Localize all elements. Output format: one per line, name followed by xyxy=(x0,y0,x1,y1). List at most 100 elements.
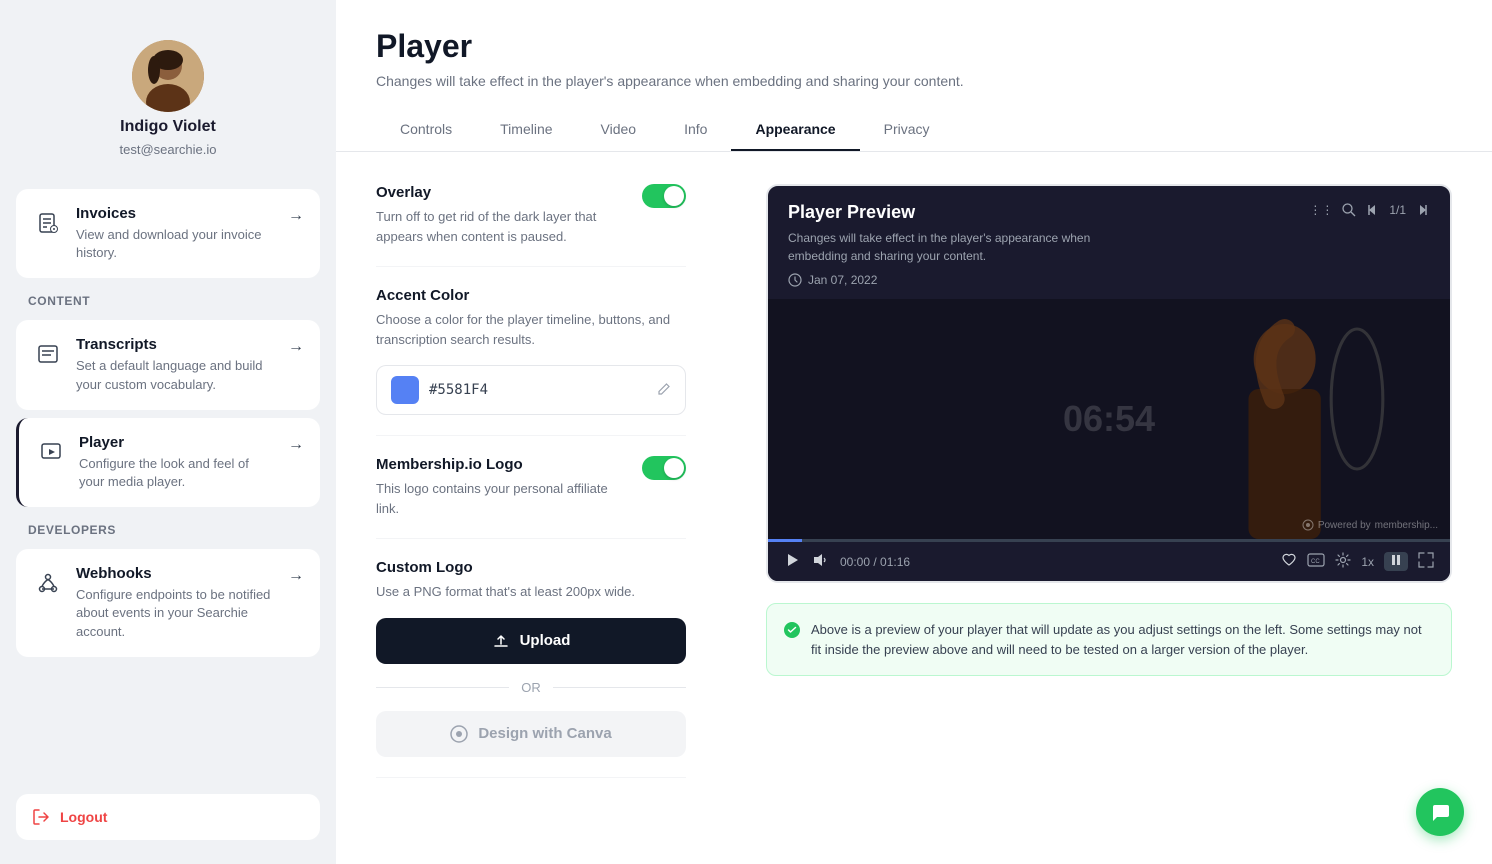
player-timer-display: 06:54 xyxy=(1063,398,1155,440)
logout-label: Logout xyxy=(60,809,107,825)
accent-color-title: Accent Color xyxy=(376,287,686,304)
powered-by: Powered by membership... xyxy=(1302,519,1438,531)
invoices-title: Invoices xyxy=(76,205,276,222)
pause-button[interactable] xyxy=(1384,552,1408,571)
chat-icon xyxy=(1429,801,1451,823)
transcripts-desc: Set a default language and build your cu… xyxy=(76,357,276,393)
fullscreen-button[interactable] xyxy=(1418,552,1434,571)
skip-back-icon[interactable] xyxy=(1365,202,1381,218)
settings-button[interactable] xyxy=(1335,552,1351,571)
upload-button[interactable]: Upload xyxy=(376,618,686,664)
player-video-area: 06:54 Powered by membership... xyxy=(768,299,1450,539)
chat-fab-button[interactable] xyxy=(1416,788,1464,836)
accent-color-setting: Accent Color Choose a color for the play… xyxy=(376,267,686,436)
overlay-toggle-thumb xyxy=(664,186,684,206)
sidebar-item-invoices[interactable]: Invoices View and download your invoice … xyxy=(16,189,320,278)
tab-video[interactable]: Video xyxy=(577,109,661,151)
tabs-nav: Controls Timeline Video Info Appearance … xyxy=(376,109,1452,151)
overlay-setting: Overlay Turn off to get rid of the dark … xyxy=(376,184,686,267)
heart-button[interactable] xyxy=(1281,552,1297,571)
invoices-desc: View and download your invoice history. xyxy=(76,226,276,262)
logout-icon xyxy=(32,808,50,826)
upload-icon xyxy=(492,632,510,650)
sidebar-item-player[interactable]: Player Configure the look and feel of yo… xyxy=(16,418,320,507)
accent-color-input[interactable]: #5581F4 xyxy=(376,365,686,415)
upload-label: Upload xyxy=(520,632,571,649)
player-desc: Configure the look and feel of your medi… xyxy=(79,455,276,491)
player-time-display: 00:00 / 01:16 xyxy=(840,555,1269,569)
transcripts-arrow: → xyxy=(288,338,304,356)
search-icon[interactable] xyxy=(1341,202,1357,218)
webhooks-arrow: → xyxy=(288,567,304,585)
avatar-image xyxy=(132,40,204,112)
player-preview-header: Player Preview Changes will take effect … xyxy=(768,186,1450,299)
membership-logo-toggle[interactable] xyxy=(642,456,686,480)
avatar xyxy=(132,40,204,112)
sidebar-item-transcripts[interactable]: Transcripts Set a default language and b… xyxy=(16,320,320,409)
player-preview-title: Player Preview xyxy=(788,202,1128,223)
tab-timeline[interactable]: Timeline xyxy=(476,109,576,151)
info-banner: Above is a preview of your player that w… xyxy=(766,603,1452,676)
speed-display[interactable]: 1x xyxy=(1361,555,1374,569)
volume-button[interactable] xyxy=(812,552,828,571)
player-preview: Player Preview Changes will take effect … xyxy=(766,184,1452,583)
username: Indigo Violet xyxy=(120,118,216,136)
canva-label: Design with Canva xyxy=(478,725,611,742)
webhooks-title: Webhooks xyxy=(76,565,276,582)
transcripts-title: Transcripts xyxy=(76,336,276,353)
or-divider: OR xyxy=(376,680,686,695)
sidebar: Indigo Violet test@searchie.io Invoices … xyxy=(0,0,336,864)
accent-color-desc: Choose a color for the player timeline, … xyxy=(376,310,686,349)
overlay-title: Overlay xyxy=(376,184,626,201)
invoice-icon xyxy=(32,207,64,239)
tab-privacy[interactable]: Privacy xyxy=(860,109,954,151)
main-content: Player Changes will take effect in the p… xyxy=(336,0,1492,864)
developers-section-label: Developers xyxy=(16,515,320,541)
captions-button[interactable]: CC xyxy=(1307,553,1325,570)
player-progress-fill xyxy=(768,539,802,542)
membership-logo-title: Membership.io Logo xyxy=(376,456,626,473)
logout-button[interactable]: Logout xyxy=(16,794,320,840)
player-preview-date: Jan 07, 2022 xyxy=(788,273,1128,287)
clock-icon xyxy=(788,273,802,287)
edit-color-icon[interactable] xyxy=(657,382,671,399)
membership-logo-desc: This logo contains your personal affilia… xyxy=(376,479,626,518)
preview-panel: Player Preview Changes will take effect … xyxy=(726,152,1492,864)
main-body: Overlay Turn off to get rid of the dark … xyxy=(336,152,1492,864)
skip-forward-icon[interactable] xyxy=(1414,202,1430,218)
player-preview-subtitle: Changes will take effect in the player's… xyxy=(788,229,1128,265)
content-section-label: Content xyxy=(16,286,320,312)
page-subtitle: Changes will take effect in the player's… xyxy=(376,73,1452,89)
svg-text:CC: CC xyxy=(1311,559,1320,565)
user-email: test@searchie.io xyxy=(119,142,216,157)
player-progress-bar[interactable] xyxy=(768,539,1450,542)
canva-button[interactable]: Design with Canva xyxy=(376,711,686,757)
check-circle-icon xyxy=(783,621,801,644)
invoices-arrow: → xyxy=(288,207,304,225)
color-swatch xyxy=(391,376,419,404)
custom-logo-desc: Use a PNG format that's at least 200px w… xyxy=(376,582,686,602)
overlay-toggle[interactable] xyxy=(642,184,686,208)
membership-logo-thumb xyxy=(664,458,684,478)
profile-section: Indigo Violet test@searchie.io xyxy=(16,24,320,181)
player-top-controls: ⋮⋮ 1/1 xyxy=(1309,202,1430,218)
transcript-icon xyxy=(32,338,64,370)
info-banner-text: Above is a preview of your player that w… xyxy=(811,620,1435,659)
page-title: Player xyxy=(376,28,1452,65)
tab-appearance[interactable]: Appearance xyxy=(731,109,859,151)
play-button[interactable] xyxy=(784,552,800,571)
player-bottom-controls: 00:00 / 01:16 CC xyxy=(768,542,1450,581)
player-arrow: → xyxy=(288,436,304,454)
membership-logo-setting: Membership.io Logo This logo contains yo… xyxy=(376,436,686,539)
canva-icon xyxy=(450,725,468,743)
tab-info[interactable]: Info xyxy=(660,109,731,151)
settings-panel: Overlay Turn off to get rid of the dark … xyxy=(336,152,726,864)
color-value: #5581F4 xyxy=(429,382,647,398)
overlay-desc: Turn off to get rid of the dark layer th… xyxy=(376,207,626,246)
player-title: Player xyxy=(79,434,276,451)
custom-logo-setting: Custom Logo Use a PNG format that's at l… xyxy=(376,539,686,778)
sidebar-item-webhooks[interactable]: Webhooks Configure endpoints to be notif… xyxy=(16,549,320,657)
counter-display: 1/1 xyxy=(1389,203,1406,217)
webhooks-desc: Configure endpoints to be notified about… xyxy=(76,586,276,641)
tab-controls[interactable]: Controls xyxy=(376,109,476,151)
